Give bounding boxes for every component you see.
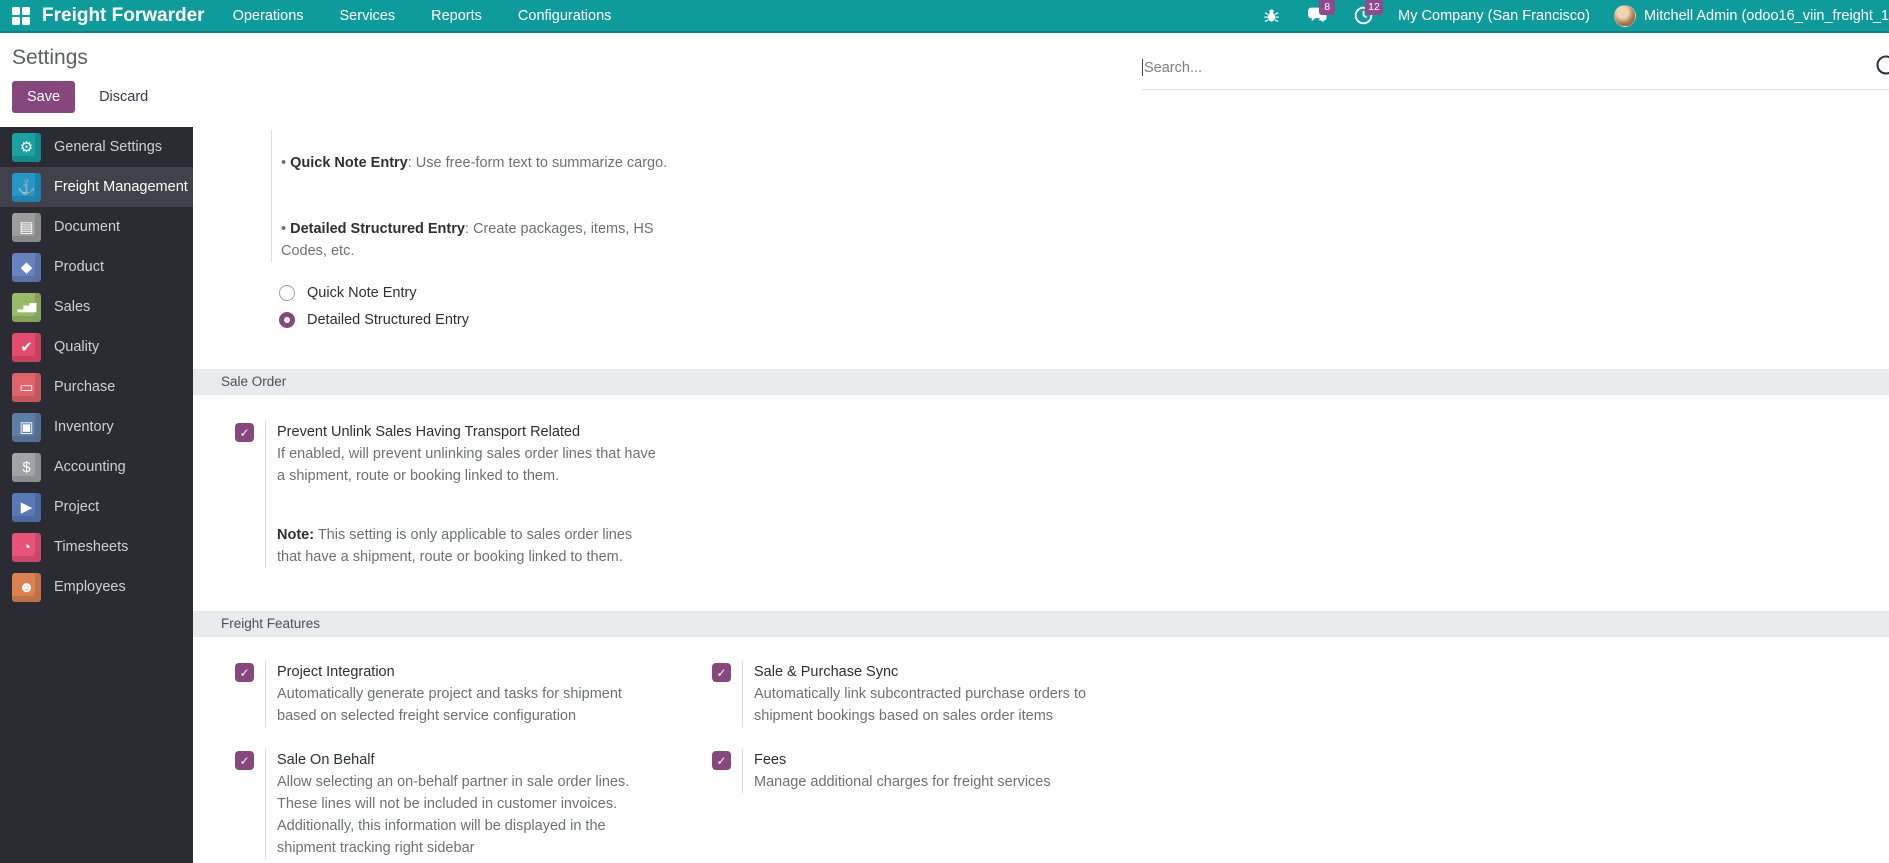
apps-menu-icon[interactable]: [12, 6, 30, 25]
sidebar-item-label: Document: [54, 219, 121, 235]
setting-fees: ✓ Fees Manage additional charges for fre…: [712, 749, 1189, 859]
freight-features-grid: ✓ Project Integration Automatically gene…: [193, 661, 1889, 863]
messages-icon[interactable]: 8: [1306, 0, 1336, 27]
setting-label[interactable]: Prevent Unlink Sales Having Transport Re…: [277, 421, 656, 443]
radio-row-quick-note-entry[interactable]: Quick Note Entry: [279, 281, 1889, 305]
search-bar: [1142, 46, 1889, 90]
sidebar-item-product[interactable]: ◆ Product: [0, 247, 193, 287]
menu-configurations[interactable]: Configurations: [518, 8, 612, 24]
sidebar-item-label: General Settings: [54, 139, 163, 155]
checkbox-sale-on-behalf[interactable]: ✓: [235, 751, 254, 770]
accounting-ledger-icon: $: [12, 452, 41, 482]
top-navbar: Freight Forwarder Operations Services Re…: [0, 0, 1889, 33]
sidebar-item-label: Product: [54, 259, 104, 275]
setting-label[interactable]: Project Integration: [277, 661, 622, 683]
setting-description: If enabled, will prevent unlinking sales…: [277, 446, 656, 484]
sidebar-item-label: Timesheets: [54, 539, 129, 555]
app-brand[interactable]: Freight Forwarder: [42, 5, 205, 27]
setting-label[interactable]: Fees: [754, 749, 1051, 771]
user-menu[interactable]: Mitchell Admin (odoo16_viin_freight_1: [1613, 4, 1889, 27]
sidebar-item-accounting[interactable]: $ Accounting: [0, 447, 193, 487]
text-caret: [1142, 59, 1143, 76]
sidebar-item-label: Project: [54, 499, 100, 515]
sidebar-item-general-settings[interactable]: ⚙ General Settings: [0, 127, 193, 167]
general-settings-gear-icon: ⚙: [12, 132, 41, 162]
checkbox-prevent-unlink-sales[interactable]: ✓: [235, 423, 254, 442]
setting-sale-on-behalf: ✓ Sale On Behalf Allow selecting an on-b…: [235, 749, 712, 859]
cargo-entry-term-detailed: Detailed Structured Entry: [290, 221, 465, 237]
sidebar-item-inventory[interactable]: ▣ Inventory: [0, 407, 193, 447]
sidebar-item-timesheets[interactable]: ◔ Timesheets: [0, 527, 193, 567]
settings-main-panel: • Quick Note Entry: Use free-form text t…: [193, 127, 1889, 863]
checkbox-sale-purchase-sync[interactable]: ✓: [712, 663, 731, 682]
sidebar-item-label: Sales: [54, 299, 91, 315]
setting-project-integration: ✓ Project Integration Automatically gene…: [235, 661, 712, 727]
discard-button[interactable]: Discard: [89, 81, 158, 113]
search-input[interactable]: [1144, 59, 1889, 76]
activities-badge: 12: [1365, 0, 1383, 15]
quality-check-icon: ✔: [12, 332, 41, 362]
setting-label[interactable]: Sale & Purchase Sync: [754, 661, 1086, 683]
user-avatar: [1613, 4, 1636, 27]
save-button[interactable]: Save: [12, 81, 76, 113]
cargo-entry-radio-group: Quick Note Entry Detailed Structured Ent…: [279, 281, 1889, 332]
sidebar-item-label: Quality: [54, 339, 100, 355]
radio-quick-note-entry[interactable]: [279, 285, 295, 301]
employees-people-icon: ☻: [12, 572, 41, 602]
document-folder-icon: ▤: [12, 212, 41, 242]
sales-chart-icon: ▂▅▇: [12, 292, 41, 322]
menu-reports[interactable]: Reports: [431, 8, 482, 24]
debug-bug-icon[interactable]: [1260, 5, 1282, 27]
timesheets-clock-icon: ◔: [12, 532, 41, 562]
activities-clock-icon[interactable]: 12: [1352, 0, 1383, 27]
sidebar-item-label: Freight Management: [54, 179, 188, 195]
user-name: Mitchell Admin (odoo16_viin_freight_1: [1643, 7, 1889, 24]
systray: 8 12 My Company (San Francisco) Mitchell…: [1260, 0, 1889, 27]
top-menu: Operations Services Reports Configuratio…: [233, 8, 612, 24]
sidebar-item-freight-management[interactable]: ⚓ Freight Management: [0, 167, 193, 207]
menu-services[interactable]: Services: [340, 8, 396, 24]
sidebar-item-quality[interactable]: ✔ Quality: [0, 327, 193, 367]
purchase-money-icon: ▭: [12, 372, 41, 402]
sidebar-item-employees[interactable]: ☻ Employees: [0, 567, 193, 607]
sidebar-item-label: Purchase: [54, 379, 116, 395]
section-header-sale-order: Sale Order: [193, 369, 1889, 395]
company-switcher[interactable]: My Company (San Francisco): [1398, 8, 1590, 24]
menu-operations[interactable]: Operations: [233, 8, 304, 24]
project-rocket-icon: ▶: [12, 492, 41, 522]
freight-management-icon: ⚓: [12, 172, 41, 202]
sidebar-item-label: Accounting: [54, 459, 126, 475]
sidebar-item-purchase[interactable]: ▭ Purchase: [0, 367, 193, 407]
cargo-entry-term-quick: Quick Note Entry: [290, 155, 408, 171]
messages-badge: 8: [1319, 0, 1336, 15]
checkbox-fees[interactable]: ✓: [712, 751, 731, 770]
product-tag-icon: ◆: [12, 252, 41, 282]
section-header-freight-features: Freight Features: [193, 611, 1889, 637]
setting-description: Automatically generate project and tasks…: [277, 686, 622, 724]
sidebar-item-sales[interactable]: ▂▅▇ Sales: [0, 287, 193, 327]
radio-label[interactable]: Detailed Structured Entry: [307, 312, 469, 328]
setting-label[interactable]: Sale On Behalf: [277, 749, 629, 771]
setting-description: Automatically link subcontracted purchas…: [754, 686, 1087, 724]
radio-row-detailed-structured-entry[interactable]: Detailed Structured Entry: [279, 308, 1889, 332]
cargo-entry-description: • Quick Note Entry: Use free-form text t…: [271, 130, 1889, 262]
radio-detailed-structured-entry[interactable]: [279, 312, 295, 328]
setting-description: Allow selecting an on-behalf partner in …: [277, 774, 630, 856]
setting-note: Note: This setting is only applicable to…: [277, 527, 633, 565]
radio-label[interactable]: Quick Note Entry: [307, 285, 417, 301]
settings-sidebar: ⚙ General Settings ⚓ Freight Management …: [0, 127, 193, 863]
sidebar-item-project[interactable]: ▶ Project: [0, 487, 193, 527]
setting-description: Manage additional charges for freight se…: [754, 774, 1051, 790]
control-panel: Settings Save Discard: [0, 33, 1889, 127]
sidebar-item-document[interactable]: ▤ Document: [0, 207, 193, 247]
sidebar-item-label: Inventory: [54, 419, 114, 435]
setting-sale-purchase-sync: ✓ Sale & Purchase Sync Automatically lin…: [712, 661, 1189, 727]
sidebar-item-label: Employees: [54, 579, 126, 595]
inventory-box-icon: ▣: [12, 412, 41, 442]
checkbox-project-integration[interactable]: ✓: [235, 663, 254, 682]
setting-prevent-unlink-sales: ✓ Prevent Unlink Sales Having Transport …: [193, 421, 1889, 568]
search-icon[interactable]: [1875, 54, 1889, 85]
